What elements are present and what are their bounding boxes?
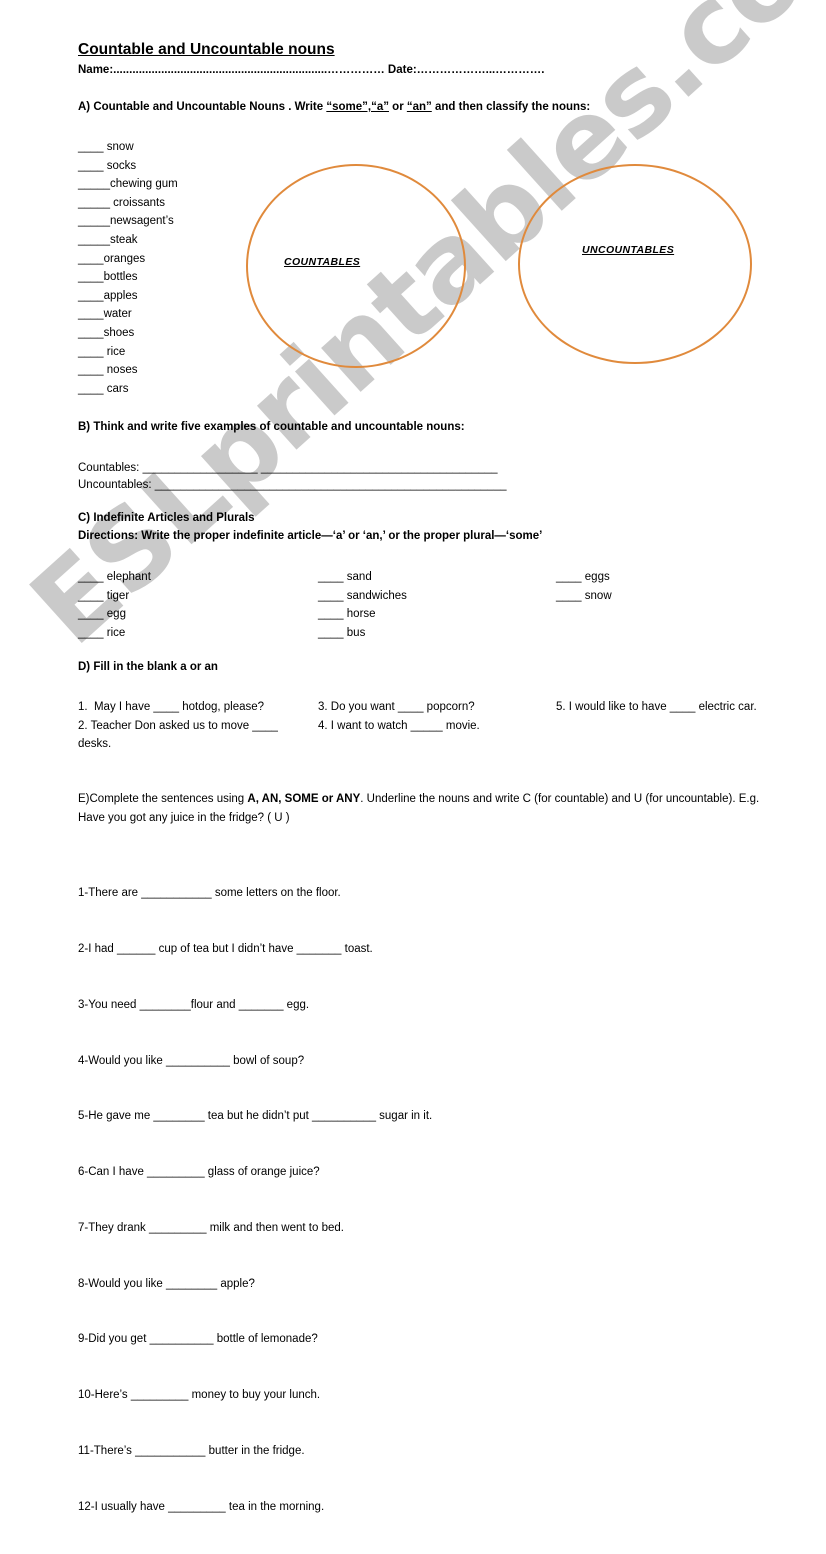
section-b-heading: B) Think and write five examples of coun… (78, 421, 465, 433)
list-item[interactable]: 10-Here’s _________ money to buy your lu… (78, 1386, 432, 1405)
section-a-heading: A) Countable and Uncountable Nouns . Wri… (78, 101, 590, 113)
list-item[interactable]: ____ elephant (78, 568, 151, 587)
list-item[interactable]: ____ egg (78, 605, 151, 624)
list-item[interactable]: 2-I had ______ cup of tea but I didn’t h… (78, 940, 432, 959)
section-d-heading: D) Fill in the blank a or an (78, 661, 218, 673)
uncountables-circle-label: UNCOUNTABLES (581, 244, 676, 256)
section-b-uncountables-line[interactable]: Uncountables: __________________________… (78, 476, 506, 495)
section-e-heading-emphasis: A, AN, SOME or ANY (247, 793, 361, 805)
list-item[interactable]: ____ tiger (78, 587, 151, 606)
list-item[interactable]: ____ sand (318, 568, 407, 587)
list-item[interactable]: 8-Would you like ________ apple? (78, 1275, 432, 1294)
section-e-sentence-list: 1-There are ___________ some letters on … (78, 847, 432, 1554)
list-item[interactable]: 12-I usually have _________ tea in the m… (78, 1498, 432, 1517)
section-a-word-list: ____ snow ____ socks _____chewing gum __… (78, 138, 178, 398)
section-e-heading: E)Complete the sentences using A, AN, SO… (78, 790, 778, 828)
list-item[interactable]: 5-He gave me ________ tea but he didn’t … (78, 1107, 432, 1126)
section-d-column-2[interactable]: 3. Do you want ____ popcorn? 4. I want t… (318, 698, 533, 735)
section-a-heading-prefix: A) Countable and Uncountable Nouns . Wri… (78, 101, 327, 113)
list-item[interactable]: ____ rice (78, 343, 178, 362)
countables-circle-label: COUNTABLES (283, 256, 362, 268)
section-e-heading-part1: E)Complete the sentences using (78, 793, 248, 805)
page-title: Countable and Uncountable nouns (78, 41, 335, 58)
list-item[interactable]: ____ snow (556, 587, 612, 606)
list-item[interactable]: ____ snow (78, 138, 178, 157)
worksheet-content: Countable and Uncountable nouns Name:...… (0, 0, 826, 1513)
list-item[interactable]: ____ socks (78, 157, 178, 176)
section-c-column-2: ____ sand ____ sandwiches ____ horse ___… (318, 568, 407, 642)
list-item[interactable]: _____steak (78, 231, 178, 250)
uncountables-circle[interactable] (518, 164, 752, 364)
section-a-quote-an: “an” (406, 101, 432, 113)
list-item[interactable]: ____ horse (318, 605, 407, 624)
list-item[interactable]: ____apples (78, 287, 178, 306)
section-d-column-1[interactable]: 1. May I have ____ hotdog, please? 2. Te… (78, 698, 293, 754)
list-item[interactable]: ____bottles (78, 268, 178, 287)
section-c-heading: C) Indefinite Articles and Plurals (78, 512, 255, 524)
list-item[interactable]: 1-There are ___________ some letters on … (78, 884, 432, 903)
list-item[interactable]: ____ bus (318, 624, 407, 643)
list-item[interactable]: ____ eggs (556, 568, 612, 587)
section-d-column-3[interactable]: 5. I would like to have ____ electric ca… (556, 698, 771, 717)
list-item[interactable]: 9-Did you get __________ bottle of lemon… (78, 1330, 432, 1349)
list-item[interactable]: ____ rice (78, 624, 151, 643)
section-a-quote-some-a: “some”,“a” (326, 101, 389, 113)
section-c-directions: Directions: Write the proper indefinite … (78, 530, 543, 542)
section-c-column-3: ____ eggs ____ snow (556, 568, 612, 605)
section-a-heading-middle: or (388, 101, 407, 113)
list-item[interactable]: ____oranges (78, 250, 178, 269)
list-item[interactable]: 6-Can I have _________ glass of orange j… (78, 1163, 432, 1182)
list-item[interactable]: ____shoes (78, 324, 178, 343)
list-item[interactable]: 4-Would you like __________ bowl of soup… (78, 1052, 432, 1071)
section-a-heading-suffix: and then classify the nouns: (431, 101, 591, 113)
list-item[interactable]: _____chewing gum (78, 175, 178, 194)
list-item[interactable]: _____newsagent’s (78, 212, 178, 231)
list-item[interactable]: ____ sandwiches (318, 587, 407, 606)
name-date-line: Name:...................................… (78, 64, 545, 76)
list-item[interactable]: _____ croissants (78, 194, 178, 213)
list-item[interactable]: ____ noses (78, 361, 178, 380)
list-item[interactable]: 3-You need ________flour and _______ egg… (78, 996, 432, 1015)
list-item[interactable]: ____ cars (78, 380, 178, 399)
worksheet-page: ESLprintables.com Countable and Uncounta… (0, 0, 826, 1513)
list-item[interactable]: ____water (78, 305, 178, 324)
section-c-column-1: ____ elephant ____ tiger ____ egg ____ r… (78, 568, 151, 642)
list-item[interactable]: 7-They drank _________ milk and then wen… (78, 1219, 432, 1238)
list-item[interactable]: 11-There’s ___________ butter in the fri… (78, 1442, 432, 1461)
